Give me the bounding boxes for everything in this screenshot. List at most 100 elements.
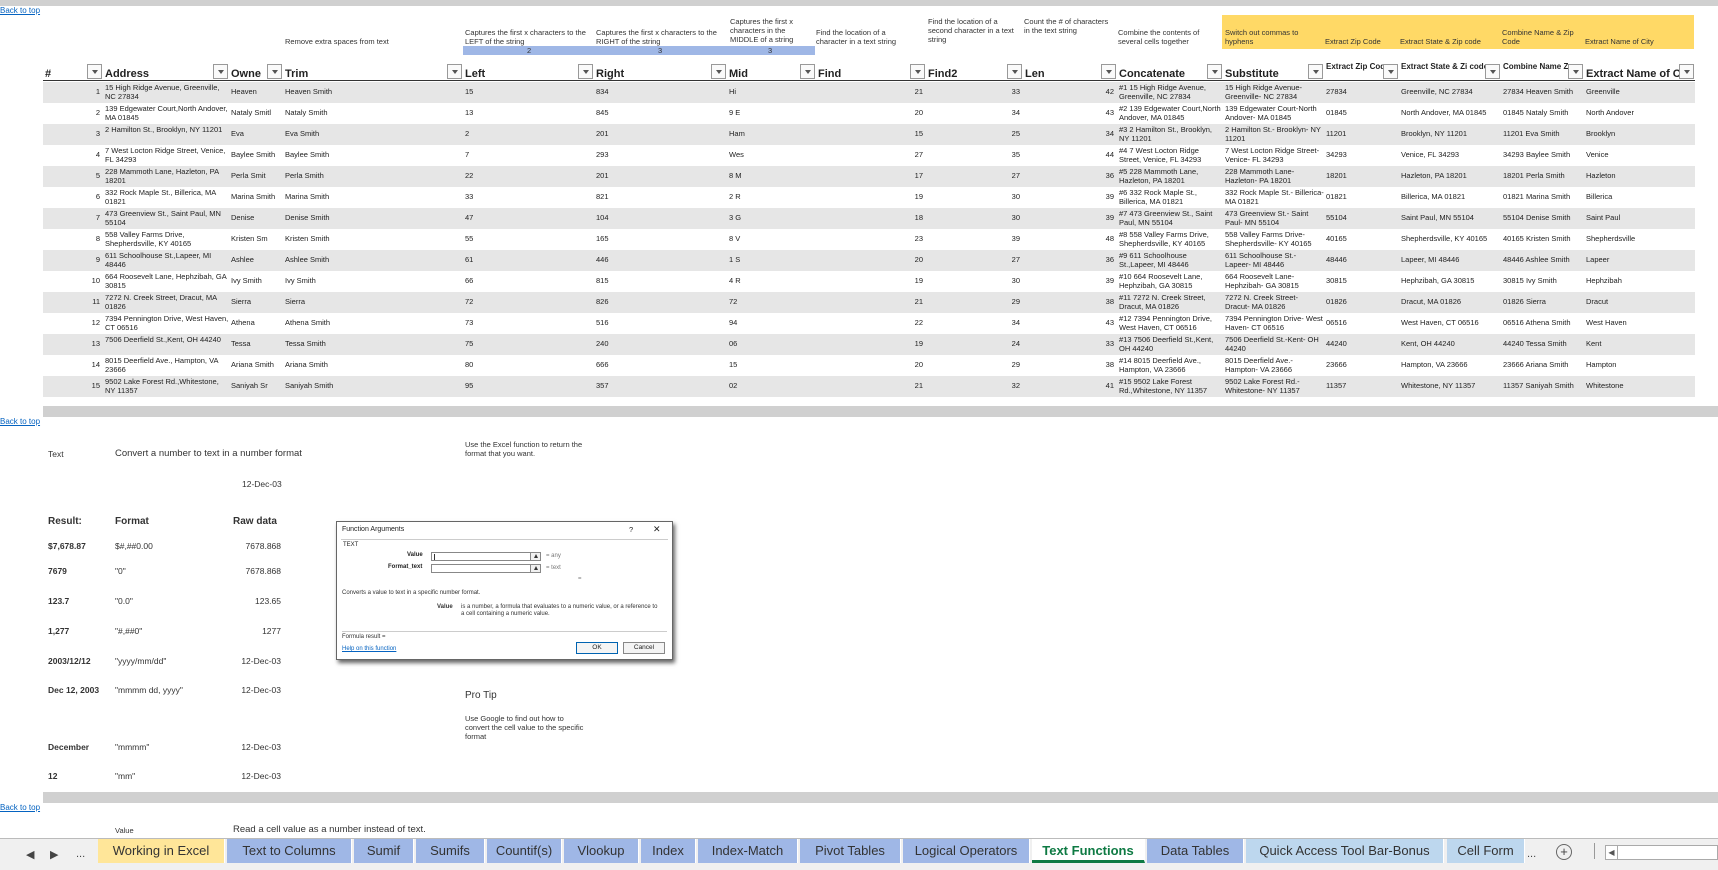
cell-owner[interactable]: Tessa (229, 334, 283, 355)
cell-city[interactable]: Greenville (1584, 82, 1695, 103)
cell-len[interactable]: 42 (1023, 82, 1117, 103)
cell-zip[interactable]: 18201 (1324, 166, 1399, 187)
cell-state-zip[interactable]: Hampton, VA 23666 (1399, 355, 1501, 376)
sheet-tab-index[interactable]: Index (641, 839, 696, 863)
cell-mid[interactable]: 94 (727, 313, 816, 334)
cell-address[interactable]: 332 Rock Maple St., Billerica, MA 01821 (103, 187, 229, 208)
cell-len[interactable]: 43 (1023, 103, 1117, 124)
cell-trim[interactable]: Heaven Smith (283, 82, 463, 103)
cell-city[interactable]: Kent (1584, 334, 1695, 355)
cell-zip[interactable]: 23666 (1324, 355, 1399, 376)
function-arguments-dialog[interactable]: Function Arguments ? ✕ TEXT Value = any … (336, 521, 673, 660)
cell-concatenate[interactable]: #14 8015 Deerfield Ave., Hampton, VA 236… (1117, 355, 1223, 376)
filter-dropdown-icon[interactable] (1383, 64, 1398, 79)
cell-left[interactable]: 33 (463, 187, 594, 208)
cell-substitute[interactable]: 558 Valley Farms Drive- Shepherdsville- … (1223, 229, 1324, 250)
cell-len[interactable]: 39 (1023, 271, 1117, 292)
cell-zip[interactable]: 55104 (1324, 208, 1399, 229)
sheet-tab-logical-operators[interactable]: Logical Operators (903, 839, 1030, 863)
filter-dropdown-icon[interactable] (1207, 64, 1222, 79)
cell-zip[interactable]: 44240 (1324, 334, 1399, 355)
cell-find[interactable]: 19 (816, 187, 926, 208)
cell-zip[interactable]: 11357 (1324, 376, 1399, 397)
cell-right[interactable]: 516 (594, 313, 727, 334)
sheet-tab-cell-form[interactable]: Cell Form (1447, 839, 1525, 863)
cell-num[interactable]: 14 (43, 355, 103, 376)
scroll-left-icon[interactable]: ◀ (1606, 846, 1618, 859)
cell-right[interactable]: 666 (594, 355, 727, 376)
cell-state-zip[interactable]: Billerica, MA 01821 (1399, 187, 1501, 208)
cell-state-zip[interactable]: Greenville, NC 27834 (1399, 82, 1501, 103)
cell-trim[interactable]: Tessa Smith (283, 334, 463, 355)
cell-city[interactable]: Whitestone (1584, 376, 1695, 397)
cell-right[interactable]: 293 (594, 145, 727, 166)
filter-dropdown-icon[interactable] (447, 64, 462, 79)
cell-find[interactable]: 20 (816, 250, 926, 271)
cell-mid[interactable]: 8 M (727, 166, 816, 187)
cell-name-zip[interactable]: 40165 Kristen Smith (1501, 229, 1584, 250)
cell-substitute[interactable]: 7272 N. Creek Street- Dracut- MA 01826 (1223, 292, 1324, 313)
cell-zip[interactable]: 01845 (1324, 103, 1399, 124)
cell-trim[interactable]: Ashlee Smith (283, 250, 463, 271)
cell-owner[interactable]: Perla Smit (229, 166, 283, 187)
sheet-tab-working-in-excel[interactable]: Working in Excel (98, 839, 225, 863)
sheet-tab-sumifs[interactable]: Sumifs (416, 839, 485, 863)
cell-address[interactable]: 15 High Ridge Avenue, Greenville, NC 278… (103, 82, 229, 103)
cell-address[interactable]: 473 Greenview St., Saint Paul, MN 55104 (103, 208, 229, 229)
cell-trim[interactable]: Eva Smith (283, 124, 463, 145)
cell-substitute[interactable]: 15 High Ridge Avenue- Greenville- NC 278… (1223, 82, 1324, 103)
cell-find[interactable]: 20 (816, 103, 926, 124)
cell-find2[interactable]: 27 (926, 166, 1023, 187)
cell-name-zip[interactable]: 18201 Perla Smith (1501, 166, 1584, 187)
cell-mid[interactable]: 72 (727, 292, 816, 313)
cell-address[interactable]: 7394 Pennington Drive, West Haven, CT 06… (103, 313, 229, 334)
cell-concatenate[interactable]: #5 228 Mammoth Lane, Hazleton, PA 18201 (1117, 166, 1223, 187)
sheet-tab-sumif[interactable]: Sumif (354, 839, 414, 863)
cell-mid[interactable]: 4 R (727, 271, 816, 292)
cell-address[interactable]: 9502 Lake Forest Rd.,Whitestone, NY 1135… (103, 376, 229, 397)
cell-num[interactable]: 7 (43, 208, 103, 229)
cell-concatenate[interactable]: #7 473 Greenview St., Saint Paul, MN 551… (1117, 208, 1223, 229)
cell-substitute[interactable]: 611 Schoolhouse St.- Lapeer- MI 48446 (1223, 250, 1324, 271)
sheet-tab-quick-access-tool-bar-bonus[interactable]: Quick Access Tool Bar-Bonus (1246, 839, 1444, 863)
cell-right[interactable]: 446 (594, 250, 727, 271)
cell-zip[interactable]: 30815 (1324, 271, 1399, 292)
cell-left[interactable]: 61 (463, 250, 594, 271)
cell-state-zip[interactable]: West Haven, CT 06516 (1399, 313, 1501, 334)
cell-concatenate[interactable]: #8 558 Valley Farms Drive, Shepherdsvill… (1117, 229, 1223, 250)
cell-len[interactable]: 38 (1023, 355, 1117, 376)
filter-dropdown-icon[interactable] (1007, 64, 1022, 79)
sheet-tab-countif-s[interactable]: Countif(s) (487, 839, 562, 863)
cell-len[interactable]: 38 (1023, 292, 1117, 313)
more-sheets-left[interactable]: ... (76, 848, 85, 860)
cell-address[interactable]: 7 West Locton Ridge Street, Venice, FL 3… (103, 145, 229, 166)
cell-find2[interactable]: 29 (926, 355, 1023, 376)
cell-name-zip[interactable]: 11357 Saniyah Smith (1501, 376, 1584, 397)
cell-city[interactable]: Billerica (1584, 187, 1695, 208)
cell-trim[interactable]: Kristen Smith (283, 229, 463, 250)
cell-mid[interactable]: 06 (727, 334, 816, 355)
cell-owner[interactable]: Baylee Smith (229, 145, 283, 166)
cell-address[interactable]: 611 Schoolhouse St.,Lapeer, MI 48446 (103, 250, 229, 271)
cell-trim[interactable]: Perla Smith (283, 166, 463, 187)
cell-len[interactable]: 44 (1023, 145, 1117, 166)
sheet-tab-vlookup[interactable]: Vlookup (564, 839, 639, 863)
back-to-top-link-2[interactable]: Back to top (0, 417, 40, 426)
cell-left[interactable]: 73 (463, 313, 594, 334)
cell-state-zip[interactable]: Hazleton, PA 18201 (1399, 166, 1501, 187)
cell-substitute[interactable]: 473 Greenview St.- Saint Paul- MN 55104 (1223, 208, 1324, 229)
cell-find2[interactable]: 29 (926, 292, 1023, 313)
cell-state-zip[interactable]: North Andover, MA 01845 (1399, 103, 1501, 124)
cell-substitute[interactable]: 2 Hamilton St.- Brooklyn- NY 11201 (1223, 124, 1324, 145)
cell-num[interactable]: 8 (43, 229, 103, 250)
close-icon[interactable]: ✕ (653, 524, 661, 535)
cell-owner[interactable]: Eva (229, 124, 283, 145)
prev-sheet-icon[interactable]: ◀ (26, 848, 34, 861)
sheet-tab-text-functions[interactable]: Text Functions (1032, 839, 1145, 863)
cell-mid[interactable]: Wes (727, 145, 816, 166)
cell-zip[interactable]: 40165 (1324, 229, 1399, 250)
sheet-tab-data-tables[interactable]: Data Tables (1147, 839, 1244, 863)
cell-owner[interactable]: Sierra (229, 292, 283, 313)
cell-trim[interactable]: Baylee Smith (283, 145, 463, 166)
filter-dropdown-icon[interactable] (1101, 64, 1116, 79)
